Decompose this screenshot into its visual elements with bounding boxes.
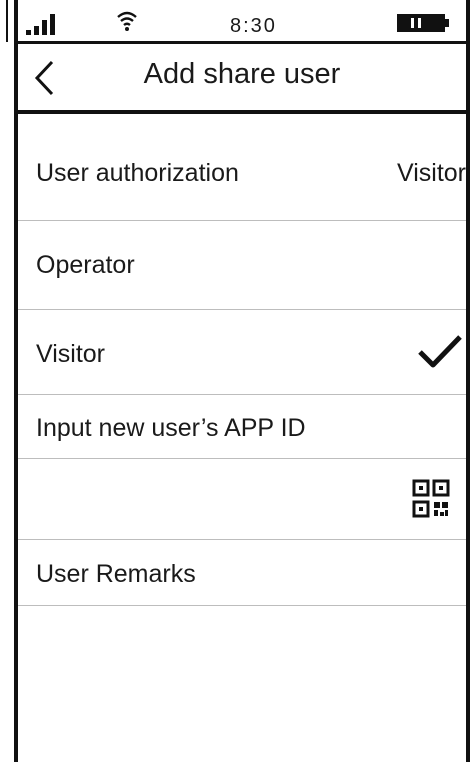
option-visitor[interactable]: Visitor (18, 310, 466, 395)
app-id-label: Input new user’s APP ID (36, 414, 306, 442)
battery-icon (397, 14, 449, 32)
checkmark-icon (418, 335, 462, 368)
header: Add share user (18, 44, 466, 114)
frame-right-edge (466, 0, 470, 762)
app-id-row: Input new user’s APP ID (18, 395, 466, 459)
frame-notch (0, 0, 8, 42)
qr-code-icon[interactable] (412, 479, 450, 519)
user-remarks-input[interactable] (18, 606, 466, 762)
option-operator[interactable]: Operator (18, 221, 466, 310)
page-title: Add share user (143, 58, 341, 90)
option-operator-label: Operator (36, 251, 135, 279)
user-authorization-row[interactable]: User authorization Visitor (18, 114, 466, 221)
user-remarks-row: User Remarks (18, 540, 466, 606)
status-time: 8:30 (230, 15, 277, 37)
user-authorization-label: User authorization (36, 159, 239, 187)
option-visitor-label: Visitor (36, 340, 106, 368)
signal-icon (26, 14, 55, 35)
user-authorization-value: Visitor (396, 159, 466, 187)
app-id-input[interactable] (18, 459, 466, 540)
wifi-icon (117, 11, 137, 31)
status-bar: 8:30 (18, 0, 466, 44)
user-remarks-label: User Remarks (36, 560, 196, 588)
